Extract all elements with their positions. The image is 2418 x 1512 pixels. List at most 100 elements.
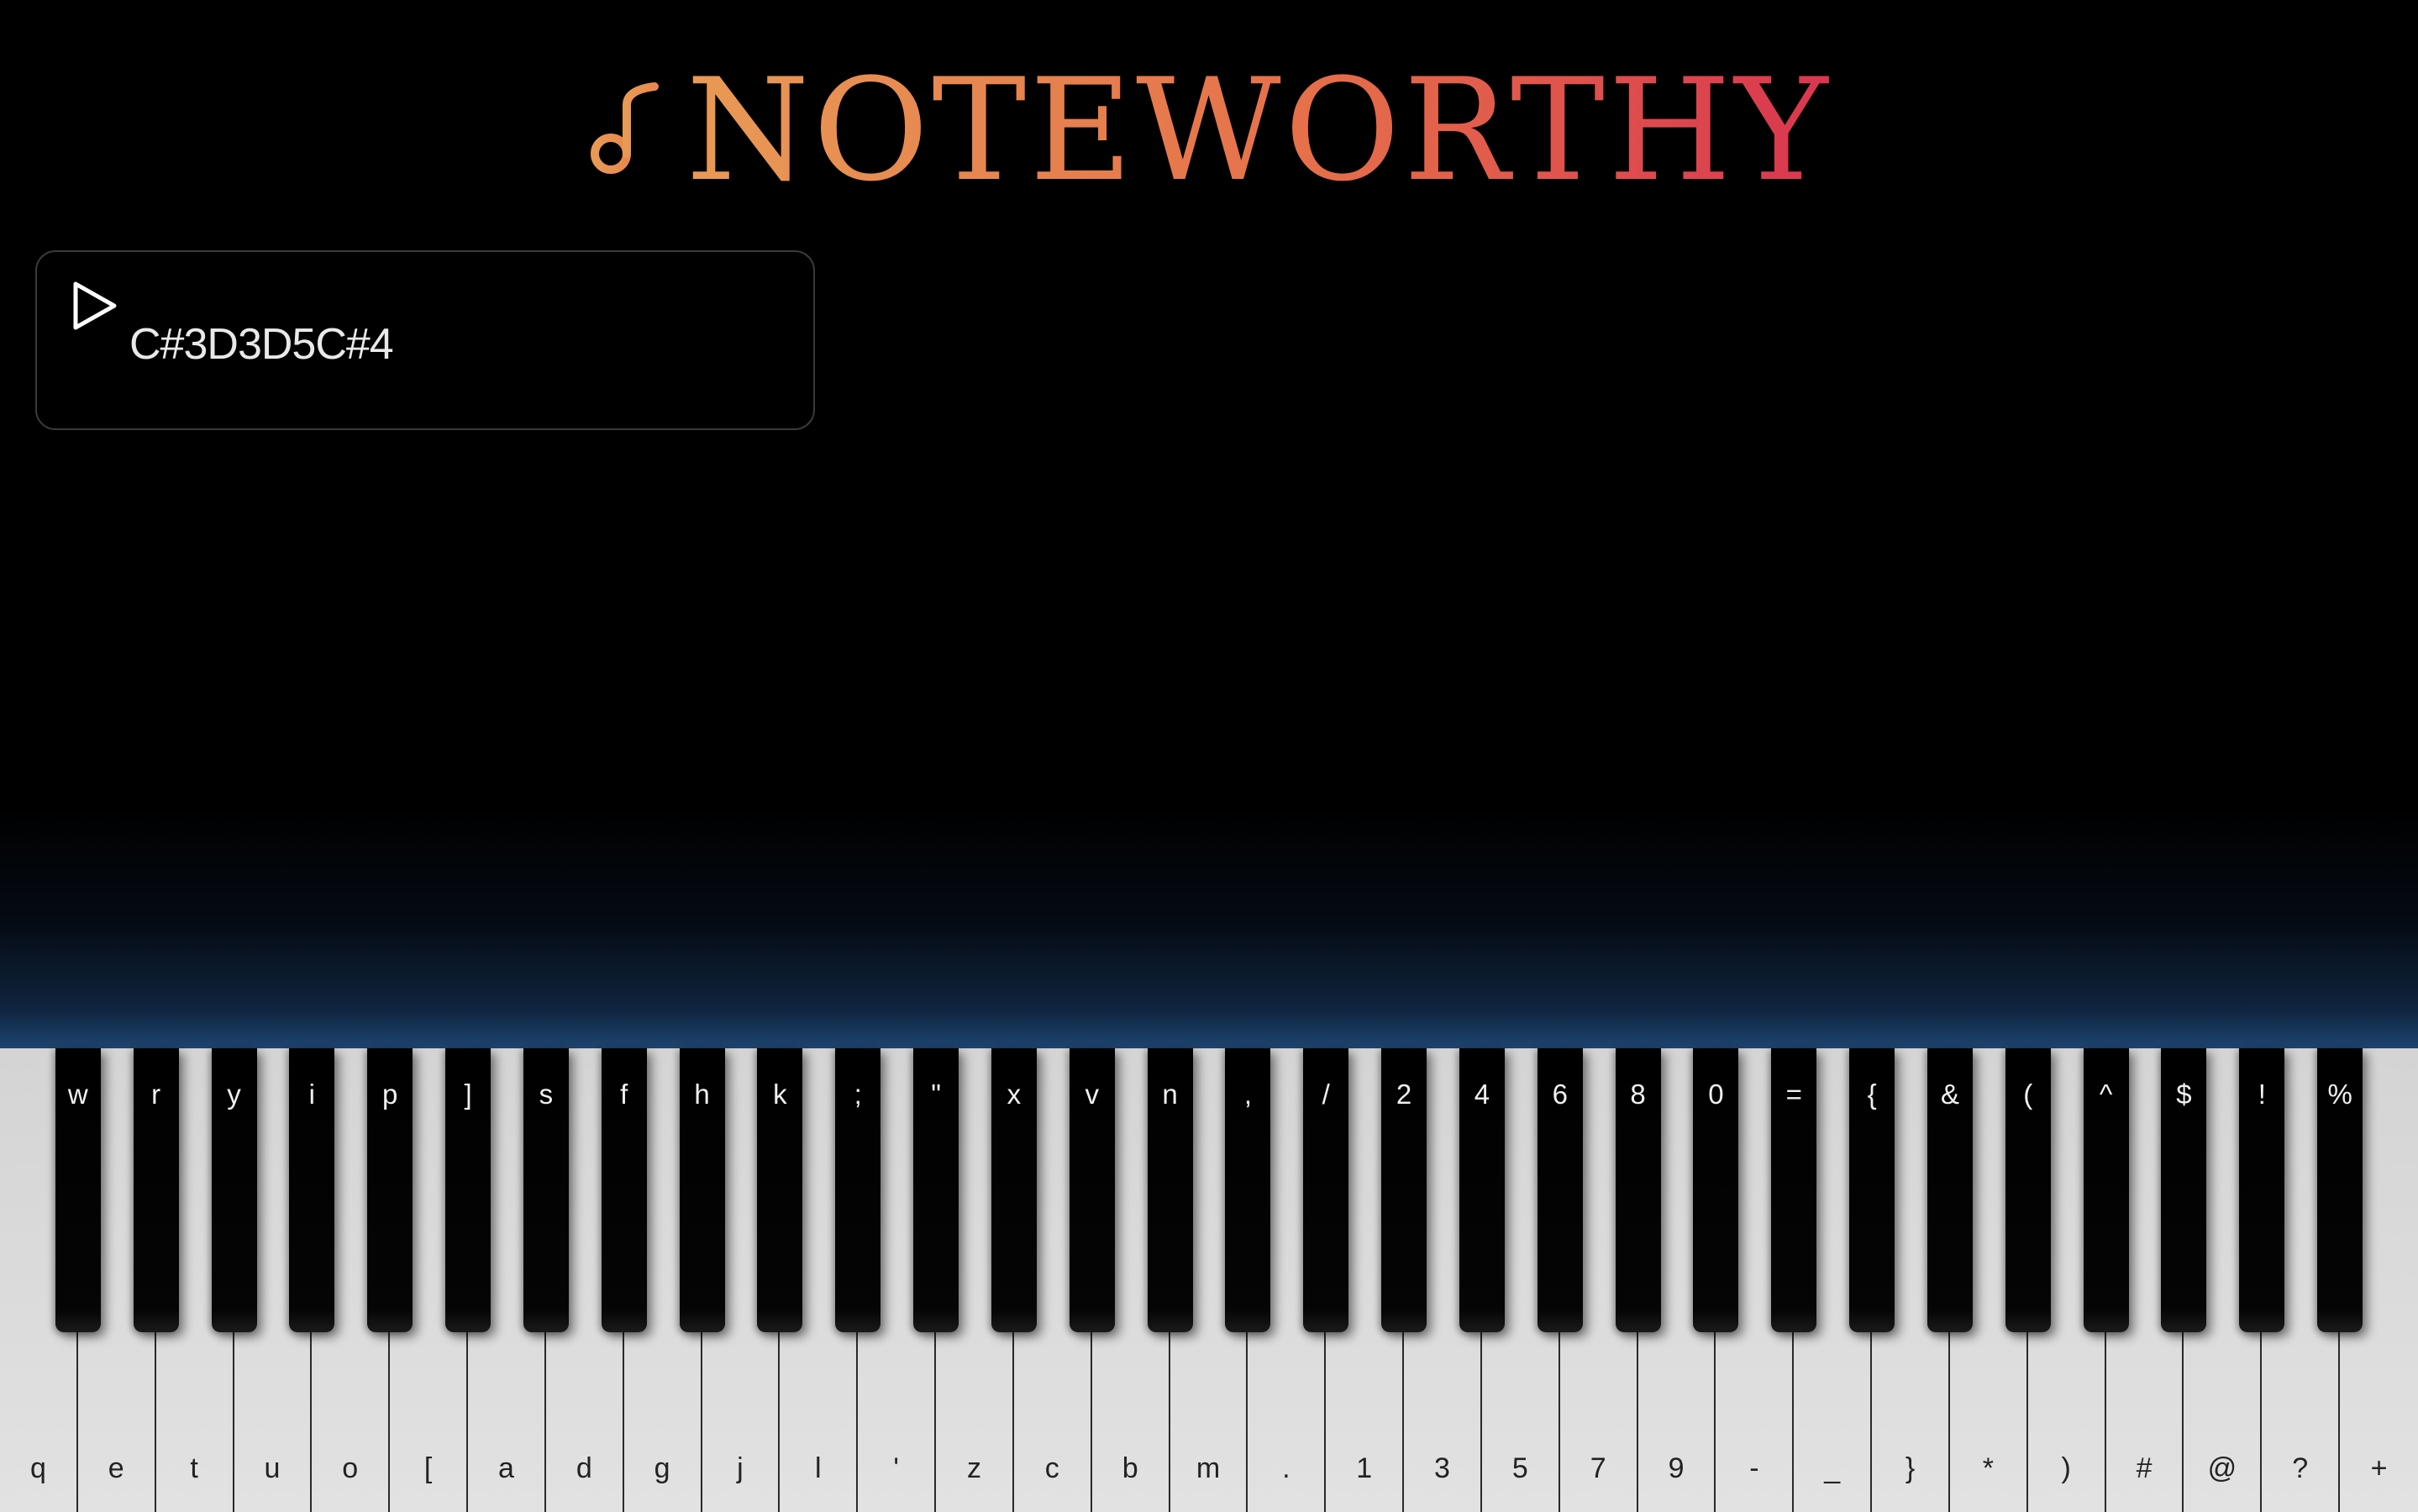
key-label: q [29,1452,46,1484]
key-label: 5 [1511,1452,1528,1484]
key-label: [ [423,1452,433,1484]
key-label: m [1196,1452,1221,1484]
key-label: b [1122,1452,1138,1484]
piano-keyboard: q e t u o [a d g j l ' z c b m. 1 3 5 7 9 - _} *) # @? + w r y i p] s f… [0,1048,2418,1512]
key-label: l [815,1452,822,1484]
key-label: t [190,1452,198,1484]
key-label: x [1007,1079,1022,1110]
app-logo: NOTEWORTHY [587,60,1832,201]
key-label: ; [854,1079,862,1110]
key-label: w [67,1079,88,1110]
key-label: . [1282,1452,1290,1484]
key-label: d [576,1452,592,1484]
key-label: v [1085,1079,1099,1110]
key-label: ' [893,1452,899,1484]
music-note-icon [590,82,659,174]
key-label: { [1867,1079,1877,1110]
key-label: 4 [1474,1079,1490,1110]
note-sequence-text: C#3D3D5C#4 [129,320,394,369]
play-button[interactable] [71,281,121,331]
key-label: / [1322,1079,1330,1110]
black-key[interactable]: p [367,1048,413,1332]
key-label: e [108,1452,124,1484]
black-key[interactable]: 8 [1615,1048,1661,1332]
black-key[interactable]: / [1303,1048,1349,1332]
black-key[interactable]: ! [2239,1048,2285,1332]
key-label: i [308,1079,316,1110]
key-label: 1 [1356,1452,1373,1484]
black-key[interactable]: r [133,1048,179,1332]
black-key[interactable]: 0 [1693,1048,1739,1332]
key-label: u [264,1452,281,1484]
black-key[interactable]: f [601,1048,647,1332]
key-label: ( [2023,1079,2033,1110]
key-label: r [151,1079,161,1110]
black-key[interactable]: v [1069,1048,1115,1332]
black-key[interactable]: n [1147,1048,1193,1332]
key-label: ] [464,1079,472,1110]
key-label: - [1749,1452,1759,1484]
key-label: 9 [1668,1452,1685,1484]
key-label: $ [2176,1079,2192,1110]
key-label: ^ [2099,1079,2113,1110]
black-key[interactable]: 2 [1381,1048,1427,1332]
key-label: a [497,1452,514,1484]
key-label: o [342,1452,359,1484]
key-label: * [1982,1452,1994,1484]
black-key[interactable]: ( [2005,1048,2051,1332]
black-key[interactable]: 4 [1459,1048,1505,1332]
white-keys: q e t u o [a d g j l ' z c b m. 1 3 5 7 9 - _} *) # @? + [0,1048,2418,1512]
key-label: j [737,1452,744,1484]
black-key[interactable]: h [679,1048,725,1332]
key-label: 7 [1590,1452,1606,1484]
key-label: h [694,1079,710,1110]
black-key[interactable]: k [757,1048,803,1332]
key-label: " [931,1079,941,1110]
key-label: n [1162,1079,1178,1110]
black-key[interactable]: & [1927,1048,1973,1332]
key-label: f [620,1079,628,1110]
black-key[interactable]: " [913,1048,959,1332]
black-key[interactable]: ^ [2083,1048,2129,1332]
key-label: + [2370,1452,2388,1484]
key-label: _ [1824,1452,1841,1484]
black-key[interactable]: w [55,1048,101,1332]
sequence-card: C#3D3D5C#4 [35,250,815,430]
key-label: 2 [1396,1079,1412,1110]
black-key[interactable]: y [211,1048,257,1332]
key-label: 6 [1552,1079,1568,1110]
black-key[interactable]: = [1771,1048,1817,1332]
key-label: ! [2258,1079,2266,1110]
black-key[interactable]: i [289,1048,335,1332]
key-label: 0 [1708,1079,1724,1110]
key-label: 3 [1434,1452,1450,1484]
key-label: p [382,1079,398,1110]
black-key[interactable]: ; [835,1048,881,1332]
key-label: y [227,1079,241,1110]
key-label: s [539,1079,554,1110]
key-label: g [654,1452,670,1484]
key-label: % [2327,1079,2352,1110]
header: NOTEWORTHY [0,50,2418,210]
black-key[interactable]: 6 [1537,1048,1583,1332]
black-key[interactable]: x [991,1048,1037,1332]
key-label: } [1905,1452,1916,1484]
app-title: NOTEWORTHY [686,48,1832,213]
key-label: # [2136,1452,2153,1484]
key-label: c [1044,1452,1059,1484]
key-label: & [1940,1079,1959,1110]
key-label: z [966,1452,981,1484]
black-key[interactable]: { [1849,1048,1895,1332]
black-key[interactable]: $ [2161,1048,2207,1332]
key-label: = [1785,1079,1802,1110]
black-key[interactable]: % [2317,1048,2363,1332]
key-label: 8 [1630,1079,1646,1110]
key-label: ? [2292,1452,2309,1484]
app-screen: NOTEWORTHY C#3D3D5C#4 q e t u o [ a d g j l ' z c b m. 1… [0,0,2418,1512]
key-label: @ [2207,1452,2237,1484]
black-key[interactable]: s [523,1048,569,1332]
key-label: , [1243,1079,1252,1110]
black-key[interactable]: ] [445,1048,491,1332]
black-key[interactable]: , [1225,1048,1271,1332]
key-label: k [773,1079,787,1110]
